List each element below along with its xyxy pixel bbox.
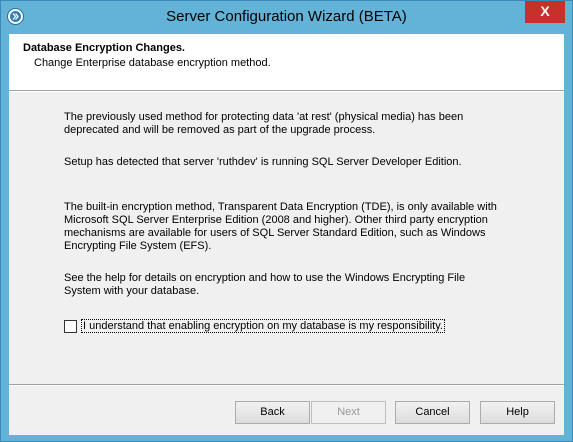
cancel-button[interactable]: Cancel bbox=[395, 401, 470, 424]
help-info-text: See the help for details on encryption a… bbox=[64, 272, 466, 297]
wizard-client-area: Database Encryption Changes. Change Ente… bbox=[9, 34, 564, 435]
tde-info-text: The built-in encryption method, Transpar… bbox=[64, 201, 497, 252]
responsibility-checkbox-row[interactable]: I understand that enabling encryption on… bbox=[64, 319, 464, 333]
cancel-button-label: Cancel bbox=[415, 406, 450, 418]
deprecation-notice-text: The previously used method for protectin… bbox=[64, 111, 464, 136]
next-button[interactable]: Next bbox=[311, 401, 386, 424]
help-button-label: Help bbox=[506, 406, 529, 418]
title-bar[interactable]: Server Configuration Wizard (BETA) X bbox=[1, 1, 572, 34]
page-title: Database Encryption Changes. bbox=[23, 42, 185, 54]
responsibility-checkbox-label[interactable]: I understand that enabling encryption on… bbox=[81, 319, 445, 333]
page-subtitle: Change Enterprise database encryption me… bbox=[34, 57, 271, 69]
wizard-header-panel: Database Encryption Changes. Change Ente… bbox=[9, 34, 564, 91]
header-divider bbox=[9, 91, 564, 92]
back-button[interactable]: Back bbox=[235, 401, 310, 424]
help-button[interactable]: Help bbox=[480, 401, 555, 424]
window-title: Server Configuration Wizard (BETA) bbox=[166, 8, 407, 25]
responsibility-checkbox[interactable] bbox=[64, 320, 77, 333]
back-button-label: Back bbox=[260, 406, 285, 418]
wizard-window: Server Configuration Wizard (BETA) X Dat… bbox=[0, 0, 573, 442]
next-button-label: Next bbox=[337, 406, 360, 418]
server-edition-text: Setup has detected that server 'ruthdev'… bbox=[64, 156, 462, 168]
close-icon[interactable]: X bbox=[525, 1, 565, 23]
footer-divider-highlight bbox=[9, 385, 564, 386]
